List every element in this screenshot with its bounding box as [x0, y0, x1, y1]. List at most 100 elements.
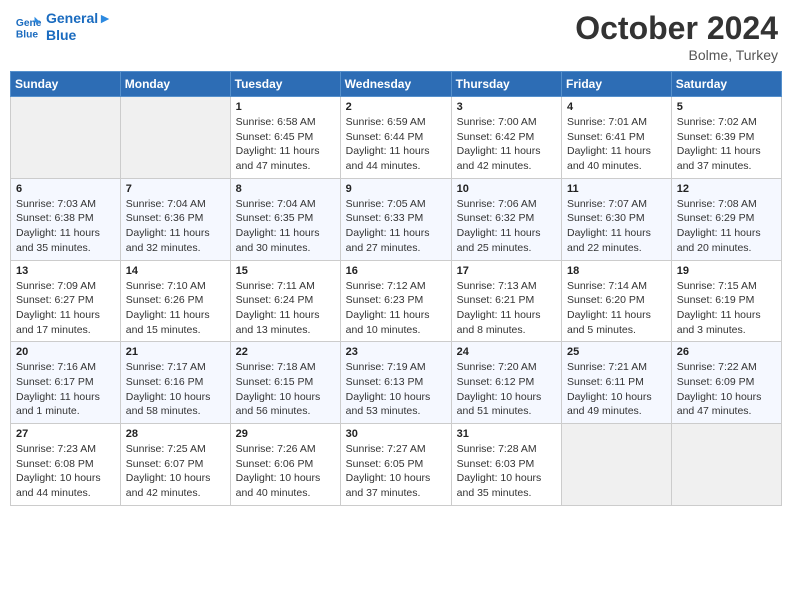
- day-number: 9: [346, 183, 446, 195]
- day-info: Sunrise: 7:26 AMSunset: 6:06 PMDaylight:…: [236, 442, 335, 501]
- calendar-cell: 26Sunrise: 7:22 AMSunset: 6:09 PMDayligh…: [671, 342, 781, 424]
- day-info: Sunrise: 6:58 AMSunset: 6:45 PMDaylight:…: [236, 115, 335, 174]
- day-number: 21: [126, 346, 225, 358]
- calendar-cell: 7 Sunrise: 7:04 AMSunset: 6:36 PMDaylight…: [120, 178, 230, 260]
- svg-text:General: General: [16, 18, 42, 29]
- day-number: 3: [457, 101, 556, 113]
- calendar-cell: 28 Sunrise: 7:25 AMSunset: 6:07 PMDayligh…: [120, 424, 230, 506]
- day-info: Sunrise: 7:15 AMSunset: 6:19 PMDaylight:…: [677, 279, 776, 338]
- day-info: Sunrise: 7:17 AMSunset: 6:16 PMDaylight:…: [126, 360, 225, 419]
- day-number: 18: [567, 265, 666, 277]
- calendar-cell: 21 Sunrise: 7:17 AMSunset: 6:16 PMDayligh…: [120, 342, 230, 424]
- day-number: 28: [126, 428, 225, 440]
- calendar-cell: 9 Sunrise: 7:05 AMSunset: 6:33 PMDaylight…: [340, 178, 451, 260]
- calendar-cell: 1 Sunrise: 6:58 AMSunset: 6:45 PMDaylight…: [230, 97, 340, 179]
- day-number: 16: [346, 265, 446, 277]
- day-info: Sunrise: 7:05 AMSunset: 6:33 PMDaylight:…: [346, 197, 446, 256]
- calendar-cell: 27 Sunrise: 7:23 AMSunset: 6:08 PMDayligh…: [11, 424, 121, 506]
- day-info: Sunrise: 7:16 AMSunset: 6:17 PMDaylight:…: [16, 360, 115, 419]
- calendar-cell: 25 Sunrise: 7:21 AMSunset: 6:11 PMDayligh…: [562, 342, 672, 424]
- calendar-cell: 5Sunrise: 7:02 AMSunset: 6:39 PMDaylight…: [671, 97, 781, 179]
- calendar-cell: 19 Sunrise: 7:15 AMSunset: 6:19 PMDayligh…: [671, 260, 781, 342]
- calendar-cell: 31 Sunrise: 7:28 AMSunset: 6:03 PMDayligh…: [451, 424, 561, 506]
- day-info: Sunrise: 7:04 AMSunset: 6:36 PMDaylight:…: [126, 197, 225, 256]
- day-number: 10: [457, 183, 556, 195]
- day-info: Sunrise: 7:04 AMSunset: 6:35 PMDaylight:…: [236, 197, 335, 256]
- calendar-cell: 16 Sunrise: 7:12 AMSunset: 6:23 PMDayligh…: [340, 260, 451, 342]
- day-info: Sunrise: 7:23 AMSunset: 6:08 PMDaylight:…: [16, 442, 115, 501]
- day-info: Sunrise: 7:13 AMSunset: 6:21 PMDaylight:…: [457, 279, 556, 338]
- day-number: 22: [236, 346, 335, 358]
- header-day-saturday: Saturday: [671, 72, 781, 97]
- calendar-cell: 24Sunrise: 7:20 AMSunset: 6:12 PMDayligh…: [451, 342, 561, 424]
- calendar-header-row: SundayMondayTuesdayWednesdayThursdayFrid…: [11, 72, 782, 97]
- day-number: 30: [346, 428, 446, 440]
- day-info: Sunrise: 7:22 AMSunset: 6:09 PMDaylight:…: [677, 360, 776, 419]
- day-info: Sunrise: 7:09 AMSunset: 6:27 PMDaylight:…: [16, 279, 115, 338]
- day-info: Sunrise: 6:59 AMSunset: 6:44 PMDaylight:…: [346, 115, 446, 174]
- location: Bolme, Turkey: [575, 47, 778, 63]
- header-day-thursday: Thursday: [451, 72, 561, 97]
- svg-text:Blue: Blue: [16, 29, 39, 40]
- logo-general: General: [46, 10, 98, 26]
- calendar-cell: [671, 424, 781, 506]
- day-number: 12: [677, 183, 776, 195]
- calendar-cell: 2Sunrise: 6:59 AMSunset: 6:44 PMDaylight…: [340, 97, 451, 179]
- day-number: 5: [677, 101, 776, 113]
- calendar-week-row: 20Sunrise: 7:16 AMSunset: 6:17 PMDayligh…: [11, 342, 782, 424]
- day-number: 31: [457, 428, 556, 440]
- day-info: Sunrise: 7:10 AMSunset: 6:26 PMDaylight:…: [126, 279, 225, 338]
- header-day-tuesday: Tuesday: [230, 72, 340, 97]
- calendar-cell: 12 Sunrise: 7:08 AMSunset: 6:29 PMDayligh…: [671, 178, 781, 260]
- calendar-week-row: 6 Sunrise: 7:03 AMSunset: 6:38 PMDaylight…: [11, 178, 782, 260]
- logo: General Blue General► Blue: [14, 10, 112, 44]
- calendar-cell: 20Sunrise: 7:16 AMSunset: 6:17 PMDayligh…: [11, 342, 121, 424]
- day-info: Sunrise: 7:03 AMSunset: 6:38 PMDaylight:…: [16, 197, 115, 256]
- day-number: 19: [677, 265, 776, 277]
- calendar-cell: 13Sunrise: 7:09 AMSunset: 6:27 PMDayligh…: [11, 260, 121, 342]
- day-info: Sunrise: 7:18 AMSunset: 6:15 PMDaylight:…: [236, 360, 335, 419]
- calendar-cell: 14 Sunrise: 7:10 AMSunset: 6:26 PMDayligh…: [120, 260, 230, 342]
- day-number: 29: [236, 428, 335, 440]
- day-info: Sunrise: 7:07 AMSunset: 6:30 PMDaylight:…: [567, 197, 666, 256]
- calendar-cell: 8Sunrise: 7:04 AMSunset: 6:35 PMDaylight…: [230, 178, 340, 260]
- day-number: 27: [16, 428, 115, 440]
- day-number: 14: [126, 265, 225, 277]
- calendar-cell: 11Sunrise: 7:07 AMSunset: 6:30 PMDayligh…: [562, 178, 672, 260]
- day-info: Sunrise: 7:12 AMSunset: 6:23 PMDaylight:…: [346, 279, 446, 338]
- header-day-friday: Friday: [562, 72, 672, 97]
- header-day-sunday: Sunday: [11, 72, 121, 97]
- calendar-week-row: 27 Sunrise: 7:23 AMSunset: 6:08 PMDayligh…: [11, 424, 782, 506]
- day-info: Sunrise: 7:08 AMSunset: 6:29 PMDaylight:…: [677, 197, 776, 256]
- day-info: Sunrise: 7:00 AMSunset: 6:42 PMDaylight:…: [457, 115, 556, 174]
- logo-arrow: ►: [98, 10, 112, 26]
- day-info: Sunrise: 7:27 AMSunset: 6:05 PMDaylight:…: [346, 442, 446, 501]
- page-header: General Blue General► Blue October 2024 …: [10, 10, 782, 63]
- day-info: Sunrise: 7:20 AMSunset: 6:12 PMDaylight:…: [457, 360, 556, 419]
- day-number: 7: [126, 183, 225, 195]
- day-number: 6: [16, 183, 115, 195]
- day-info: Sunrise: 7:14 AMSunset: 6:20 PMDaylight:…: [567, 279, 666, 338]
- day-info: Sunrise: 7:11 AMSunset: 6:24 PMDaylight:…: [236, 279, 335, 338]
- logo-blue: Blue: [46, 27, 112, 44]
- day-info: Sunrise: 7:01 AMSunset: 6:41 PMDaylight:…: [567, 115, 666, 174]
- calendar-cell: 4 Sunrise: 7:01 AMSunset: 6:41 PMDaylight…: [562, 97, 672, 179]
- day-info: Sunrise: 7:06 AMSunset: 6:32 PMDaylight:…: [457, 197, 556, 256]
- day-info: Sunrise: 7:28 AMSunset: 6:03 PMDaylight:…: [457, 442, 556, 501]
- day-info: Sunrise: 7:21 AMSunset: 6:11 PMDaylight:…: [567, 360, 666, 419]
- calendar-cell: [11, 97, 121, 179]
- day-number: 1: [236, 101, 335, 113]
- calendar-week-row: 13Sunrise: 7:09 AMSunset: 6:27 PMDayligh…: [11, 260, 782, 342]
- day-info: Sunrise: 7:25 AMSunset: 6:07 PMDaylight:…: [126, 442, 225, 501]
- day-number: 25: [567, 346, 666, 358]
- title-block: October 2024 Bolme, Turkey: [575, 10, 778, 63]
- day-number: 4: [567, 101, 666, 113]
- calendar-cell: 6 Sunrise: 7:03 AMSunset: 6:38 PMDaylight…: [11, 178, 121, 260]
- calendar-cell: 23 Sunrise: 7:19 AMSunset: 6:13 PMDayligh…: [340, 342, 451, 424]
- day-info: Sunrise: 7:19 AMSunset: 6:13 PMDaylight:…: [346, 360, 446, 419]
- calendar-cell: 30 Sunrise: 7:27 AMSunset: 6:05 PMDayligh…: [340, 424, 451, 506]
- logo-icon: General Blue: [14, 13, 42, 41]
- header-day-monday: Monday: [120, 72, 230, 97]
- day-number: 23: [346, 346, 446, 358]
- day-number: 15: [236, 265, 335, 277]
